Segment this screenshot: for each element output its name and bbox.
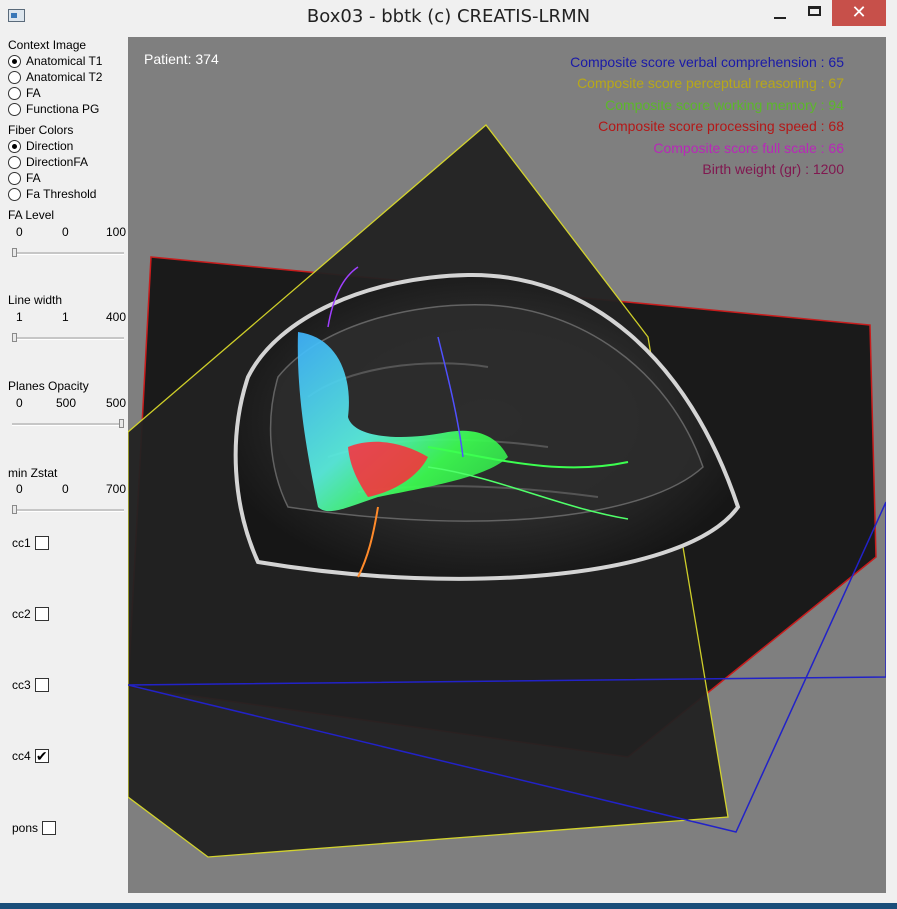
score-perceptual-reasoning: Composite score perceptual reasoning : 6…	[577, 75, 844, 92]
radio-label: FA	[26, 171, 41, 185]
radio-label: Functiona PG	[26, 102, 100, 116]
score-verbal-comprehension: Composite score verbal comprehension : 6…	[570, 54, 844, 70]
line-width-slider[interactable]	[12, 333, 124, 343]
app-window: Box03 - bbtk (c) CREATIS-LRMN ✕ Context …	[0, 0, 897, 909]
radio-fiber-fa[interactable]: FA	[8, 170, 41, 186]
radio-fa[interactable]: FA	[8, 85, 41, 101]
radio-anatomical-t2[interactable]: Anatomical T2	[8, 69, 102, 85]
patient-label: Patient: 374	[144, 51, 219, 67]
slider-max: 100	[105, 225, 126, 239]
radio-anatomical-t1[interactable]: Anatomical T1	[8, 53, 102, 69]
control-panel: Context Image Anatomical T1 Anatomical T…	[6, 36, 128, 892]
checkbox-cc1[interactable]: cc1	[12, 536, 49, 550]
radio-unchecked-icon	[8, 86, 21, 100]
checkbox-label: cc2	[12, 607, 31, 621]
radio-unchecked-icon	[8, 155, 21, 169]
slider-max: 700	[105, 482, 126, 496]
radio-label: Direction	[26, 139, 74, 153]
checkbox-box[interactable]	[34, 678, 49, 692]
score-working-memory: Composite score working memory : 94	[605, 96, 844, 113]
radio-unchecked-icon	[8, 171, 21, 185]
checkbox-label: cc1	[12, 536, 31, 550]
slider-value: 0	[62, 482, 69, 496]
radio-label: FA	[26, 86, 41, 100]
title-bar[interactable]: Box03 - bbtk (c) CREATIS-LRMN ✕	[0, 0, 897, 34]
taskbar-edge	[0, 903, 897, 909]
line-width-label: Line width	[8, 293, 63, 307]
min-zstat-label: min Zstat	[8, 466, 58, 480]
min-zstat-values: 0 0 700	[14, 482, 126, 496]
close-button[interactable]: ✕	[832, 0, 886, 26]
birth-weight: Birth weight (gr) : 1200	[702, 161, 844, 178]
min-zstat-slider[interactable]	[12, 505, 124, 515]
3d-viewport[interactable]: Patient: 374 Composite score verbal comp…	[128, 37, 886, 893]
slider-min: 0	[16, 396, 23, 410]
radio-unchecked-icon	[8, 70, 21, 84]
radio-label: Anatomical T1	[26, 54, 103, 68]
slider-max: 400	[105, 310, 126, 324]
slider-thumb[interactable]	[12, 248, 17, 257]
slider-max: 500	[105, 396, 126, 410]
minimize-button[interactable]	[760, 0, 800, 26]
slider-thumb[interactable]	[12, 333, 17, 342]
maximize-icon	[807, 6, 821, 16]
slider-track	[12, 509, 124, 512]
radio-functional-pg[interactable]: Functiona PG	[8, 101, 99, 117]
minimize-icon	[774, 16, 786, 19]
checkbox-cc3[interactable]: cc3	[12, 678, 49, 692]
checkbox-box[interactable]	[34, 607, 49, 621]
slider-thumb[interactable]	[12, 505, 17, 514]
radio-unchecked-icon	[8, 187, 21, 201]
planes-opacity-label: Planes Opacity	[8, 379, 89, 393]
radio-direction-fa[interactable]: DirectionFA	[8, 154, 88, 170]
fa-level-label: FA Level	[8, 208, 55, 222]
radio-fa-threshold[interactable]: Fa Threshold	[8, 186, 96, 202]
checkbox-label: pons	[12, 821, 39, 835]
context-image-heading: Context Image	[8, 38, 87, 52]
score-full-scale: Composite score full scale : 66	[653, 139, 844, 156]
planes-opacity-values: 0 500 500	[14, 396, 126, 410]
slider-min: 1	[16, 310, 23, 324]
close-icon: ✕	[851, 2, 867, 22]
slider-track	[12, 423, 124, 426]
radio-label: Fa Threshold	[26, 187, 97, 201]
slider-value: 500	[56, 396, 77, 410]
slider-min: 0	[16, 482, 23, 496]
maximize-button[interactable]	[800, 0, 828, 26]
checkbox-box[interactable]	[34, 536, 49, 550]
checkbox-cc2[interactable]: cc2	[12, 607, 49, 621]
checkbox-box[interactable]: ✔	[34, 749, 49, 763]
slider-value: 0	[62, 225, 69, 239]
radio-label: Anatomical T2	[26, 70, 103, 84]
slider-value: 1	[62, 310, 69, 324]
score-processing-speed: Composite score processing speed : 68	[598, 118, 844, 135]
fiber-colors-heading: Fiber Colors	[8, 123, 74, 137]
radio-label: DirectionFA	[26, 155, 89, 169]
radio-unchecked-icon	[8, 102, 21, 116]
checkbox-pons[interactable]: pons	[12, 821, 57, 835]
planes-opacity-slider[interactable]	[12, 419, 124, 429]
slider-track	[12, 337, 124, 340]
checkbox-label: cc4	[12, 749, 31, 763]
scores-overlay: Composite score verbal comprehension : 6…	[570, 52, 844, 180]
radio-direction[interactable]: Direction	[8, 138, 73, 154]
radio-checked-icon	[8, 54, 21, 68]
fa-level-slider[interactable]	[12, 248, 124, 258]
radio-checked-icon	[8, 139, 21, 153]
checkbox-label: cc3	[12, 678, 31, 692]
slider-thumb[interactable]	[119, 419, 124, 428]
checkbox-cc4[interactable]: cc4 ✔	[12, 749, 49, 763]
slider-min: 0	[16, 225, 23, 239]
fa-level-values: 0 0 100	[14, 225, 126, 239]
line-width-values: 1 1 400	[14, 310, 126, 324]
checkbox-box[interactable]	[42, 821, 57, 835]
slider-track	[12, 252, 124, 255]
